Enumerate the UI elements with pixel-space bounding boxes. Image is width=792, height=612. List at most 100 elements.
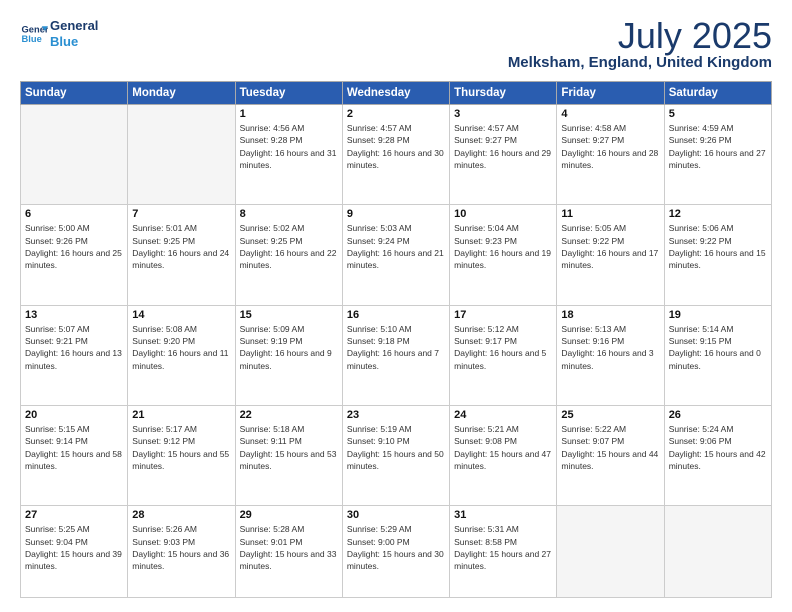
table-row: 12 Sunrise: 5:06 AMSunset: 9:22 PMDayligh… [664,205,771,305]
sun-info: Sunrise: 5:28 AMSunset: 9:01 PMDaylight:… [240,524,337,571]
sun-info: Sunrise: 5:18 AMSunset: 9:11 PMDaylight:… [240,424,337,471]
day-number: 31 [454,509,552,521]
table-row [557,506,664,598]
day-number: 22 [240,409,338,421]
day-number: 4 [561,108,659,120]
header: General Blue General Blue July 2025 Melk… [20,18,772,71]
day-number: 24 [454,409,552,421]
table-row [128,105,235,205]
table-row: 20Sunrise: 5:15 AMSunset: 9:14 PMDayligh… [21,405,128,505]
table-row: 3 Sunrise: 4:57 AMSunset: 9:27 PMDaylight… [450,105,557,205]
svg-text:Blue: Blue [22,33,42,43]
sun-info: Sunrise: 5:02 AMSunset: 9:25 PMDaylight:… [240,223,337,270]
day-number: 25 [561,409,659,421]
sun-info: Sunrise: 5:19 AMSunset: 9:10 PMDaylight:… [347,424,444,471]
sun-info: Sunrise: 5:31 AMSunset: 8:58 PMDaylight:… [454,524,551,571]
day-number: 1 [240,108,338,120]
table-row: 13Sunrise: 5:07 AMSunset: 9:21 PMDayligh… [21,305,128,405]
sun-info: Sunrise: 5:22 AMSunset: 9:07 PMDaylight:… [561,424,658,471]
col-saturday: Saturday [664,82,771,105]
logo-icon: General Blue [20,20,48,48]
table-row: 25 Sunrise: 5:22 AMSunset: 9:07 PMDayligh… [557,405,664,505]
sun-info: Sunrise: 5:13 AMSunset: 9:16 PMDaylight:… [561,324,653,371]
day-number: 3 [454,108,552,120]
logo-text-general: General [50,18,98,34]
table-row: 28 Sunrise: 5:26 AMSunset: 9:03 PMDayligh… [128,506,235,598]
day-number: 19 [669,309,767,321]
sun-info: Sunrise: 5:12 AMSunset: 9:17 PMDaylight:… [454,324,546,371]
table-row: 26 Sunrise: 5:24 AMSunset: 9:06 PMDayligh… [664,405,771,505]
day-number: 7 [132,208,230,220]
sun-info: Sunrise: 5:08 AMSunset: 9:20 PMDaylight:… [132,324,228,371]
table-row: 7 Sunrise: 5:01 AMSunset: 9:25 PMDaylight… [128,205,235,305]
table-row: 8 Sunrise: 5:02 AMSunset: 9:25 PMDaylight… [235,205,342,305]
table-row: 31 Sunrise: 5:31 AMSunset: 8:58 PMDayligh… [450,506,557,598]
day-number: 5 [669,108,767,120]
col-monday: Monday [128,82,235,105]
sun-info: Sunrise: 5:03 AMSunset: 9:24 PMDaylight:… [347,223,444,270]
day-number: 6 [25,208,123,220]
day-number: 2 [347,108,445,120]
day-number: 29 [240,509,338,521]
calendar-week-row: 6 Sunrise: 5:00 AMSunset: 9:26 PMDaylight… [21,205,772,305]
day-number: 23 [347,409,445,421]
table-row: 24Sunrise: 5:21 AMSunset: 9:08 PMDayligh… [450,405,557,505]
day-number: 12 [669,208,767,220]
sun-info: Sunrise: 4:57 AMSunset: 9:27 PMDaylight:… [454,123,551,170]
day-number: 30 [347,509,445,521]
calendar-week-row: 13Sunrise: 5:07 AMSunset: 9:21 PMDayligh… [21,305,772,405]
sun-info: Sunrise: 5:06 AMSunset: 9:22 PMDaylight:… [669,223,766,270]
day-number: 8 [240,208,338,220]
col-sunday: Sunday [21,82,128,105]
sun-info: Sunrise: 5:00 AMSunset: 9:26 PMDaylight:… [25,223,122,270]
sun-info: Sunrise: 5:24 AMSunset: 9:06 PMDaylight:… [669,424,766,471]
table-row: 30 Sunrise: 5:29 AMSunset: 9:00 PMDayligh… [342,506,449,598]
calendar-week-row: 1 Sunrise: 4:56 AMSunset: 9:28 PMDaylight… [21,105,772,205]
sun-info: Sunrise: 5:26 AMSunset: 9:03 PMDaylight:… [132,524,229,571]
calendar-header-row: Sunday Monday Tuesday Wednesday Thursday… [21,82,772,105]
day-number: 16 [347,309,445,321]
table-row: 22 Sunrise: 5:18 AMSunset: 9:11 PMDayligh… [235,405,342,505]
sun-info: Sunrise: 5:04 AMSunset: 9:23 PMDaylight:… [454,223,551,270]
table-row: 1 Sunrise: 4:56 AMSunset: 9:28 PMDaylight… [235,105,342,205]
table-row: 15Sunrise: 5:09 AMSunset: 9:19 PMDayligh… [235,305,342,405]
col-friday: Friday [557,82,664,105]
table-row: 17 Sunrise: 5:12 AMSunset: 9:17 PMDayligh… [450,305,557,405]
col-wednesday: Wednesday [342,82,449,105]
table-row: 18Sunrise: 5:13 AMSunset: 9:16 PMDayligh… [557,305,664,405]
day-number: 10 [454,208,552,220]
sun-info: Sunrise: 4:56 AMSunset: 9:28 PMDaylight:… [240,123,337,170]
sun-info: Sunrise: 5:29 AMSunset: 9:00 PMDaylight:… [347,524,444,571]
table-row: 4 Sunrise: 4:58 AMSunset: 9:27 PMDaylight… [557,105,664,205]
table-row: 10 Sunrise: 5:04 AMSunset: 9:23 PMDayligh… [450,205,557,305]
day-number: 28 [132,509,230,521]
day-number: 13 [25,309,123,321]
sun-info: Sunrise: 5:10 AMSunset: 9:18 PMDaylight:… [347,324,439,371]
page: General Blue General Blue July 2025 Melk… [0,0,792,612]
table-row: 23 Sunrise: 5:19 AMSunset: 9:10 PMDayligh… [342,405,449,505]
col-tuesday: Tuesday [235,82,342,105]
sun-info: Sunrise: 5:17 AMSunset: 9:12 PMDaylight:… [132,424,229,471]
sun-info: Sunrise: 4:57 AMSunset: 9:28 PMDaylight:… [347,123,444,170]
title-block: July 2025 Melksham, England, United King… [508,18,772,71]
day-number: 14 [132,309,230,321]
table-row: 27Sunrise: 5:25 AMSunset: 9:04 PMDayligh… [21,506,128,598]
table-row: 19 Sunrise: 5:14 AMSunset: 9:15 PMDayligh… [664,305,771,405]
table-row: 21Sunrise: 5:17 AMSunset: 9:12 PMDayligh… [128,405,235,505]
sun-info: Sunrise: 5:15 AMSunset: 9:14 PMDaylight:… [25,424,122,471]
day-number: 26 [669,409,767,421]
sun-info: Sunrise: 5:01 AMSunset: 9:25 PMDaylight:… [132,223,229,270]
table-row: 16 Sunrise: 5:10 AMSunset: 9:18 PMDayligh… [342,305,449,405]
col-thursday: Thursday [450,82,557,105]
day-number: 11 [561,208,659,220]
table-row: 9Sunrise: 5:03 AMSunset: 9:24 PMDaylight… [342,205,449,305]
sun-info: Sunrise: 5:14 AMSunset: 9:15 PMDaylight:… [669,324,761,371]
location: Melksham, England, United Kingdom [508,54,772,71]
day-number: 17 [454,309,552,321]
sun-info: Sunrise: 4:58 AMSunset: 9:27 PMDaylight:… [561,123,658,170]
table-row: 14 Sunrise: 5:08 AMSunset: 9:20 PMDayligh… [128,305,235,405]
table-row: 11Sunrise: 5:05 AMSunset: 9:22 PMDayligh… [557,205,664,305]
logo-text-blue: Blue [50,34,98,50]
table-row: 5Sunrise: 4:59 AMSunset: 9:26 PMDaylight… [664,105,771,205]
calendar-week-row: 27Sunrise: 5:25 AMSunset: 9:04 PMDayligh… [21,506,772,598]
